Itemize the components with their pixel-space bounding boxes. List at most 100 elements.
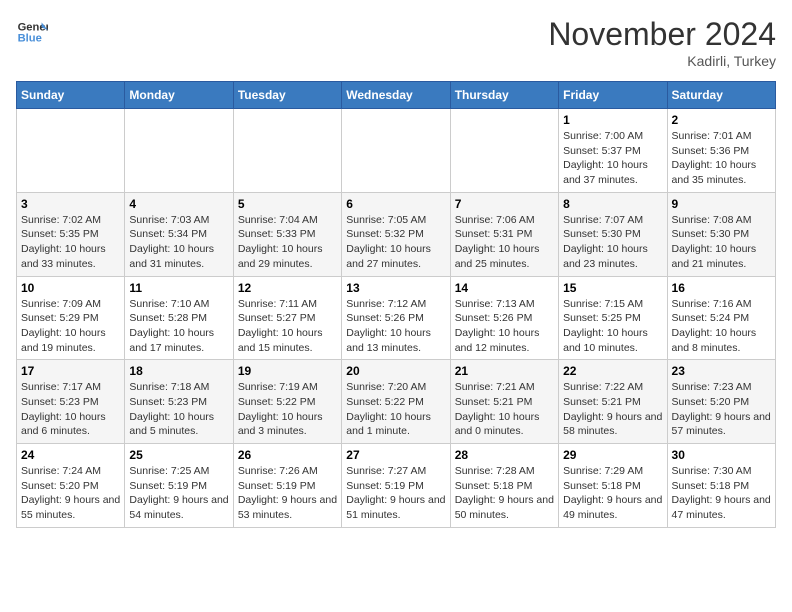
day-info: Sunrise: 7:09 AM Sunset: 5:29 PM Dayligh… xyxy=(21,297,120,356)
day-number: 6 xyxy=(346,197,445,211)
day-info: Sunrise: 7:00 AM Sunset: 5:37 PM Dayligh… xyxy=(563,129,662,188)
calendar-cell: 30 Sunrise: 7:30 AM Sunset: 5:18 PM Dayli… xyxy=(667,444,775,528)
day-number: 21 xyxy=(455,364,554,378)
day-number: 18 xyxy=(129,364,228,378)
day-info: Sunrise: 7:10 AM Sunset: 5:28 PM Dayligh… xyxy=(129,297,228,356)
calendar-cell: 26 Sunrise: 7:26 AM Sunset: 5:19 PM Dayli… xyxy=(233,444,341,528)
day-number: 17 xyxy=(21,364,120,378)
calendar-cell: 25 Sunrise: 7:25 AM Sunset: 5:19 PM Dayli… xyxy=(125,444,233,528)
day-info: Sunrise: 7:04 AM Sunset: 5:33 PM Dayligh… xyxy=(238,213,337,272)
day-number: 19 xyxy=(238,364,337,378)
calendar-cell: 21 Sunrise: 7:21 AM Sunset: 5:21 PM Dayli… xyxy=(450,360,558,444)
day-info: Sunrise: 7:01 AM Sunset: 5:36 PM Dayligh… xyxy=(672,129,771,188)
calendar-cell: 7 Sunrise: 7:06 AM Sunset: 5:31 PM Daylig… xyxy=(450,192,558,276)
day-info: Sunrise: 7:07 AM Sunset: 5:30 PM Dayligh… xyxy=(563,213,662,272)
day-info: Sunrise: 7:18 AM Sunset: 5:23 PM Dayligh… xyxy=(129,380,228,439)
weekday-header: Sunday xyxy=(17,82,125,109)
day-number: 3 xyxy=(21,197,120,211)
calendar-cell xyxy=(17,109,125,193)
day-info: Sunrise: 7:26 AM Sunset: 5:19 PM Dayligh… xyxy=(238,464,337,523)
weekday-header: Saturday xyxy=(667,82,775,109)
day-number: 5 xyxy=(238,197,337,211)
calendar-week-row: 24 Sunrise: 7:24 AM Sunset: 5:20 PM Dayli… xyxy=(17,444,776,528)
day-number: 28 xyxy=(455,448,554,462)
calendar-cell: 18 Sunrise: 7:18 AM Sunset: 5:23 PM Dayli… xyxy=(125,360,233,444)
calendar-cell: 27Sunrise: 7:27 AM Sunset: 5:19 PM Dayli… xyxy=(342,444,450,528)
calendar-week-row: 10Sunrise: 7:09 AM Sunset: 5:29 PM Dayli… xyxy=(17,276,776,360)
calendar-week-row: 17 Sunrise: 7:17 AM Sunset: 5:23 PM Dayli… xyxy=(17,360,776,444)
weekday-header: Monday xyxy=(125,82,233,109)
day-info: Sunrise: 7:17 AM Sunset: 5:23 PM Dayligh… xyxy=(21,380,120,439)
day-number: 16 xyxy=(672,281,771,295)
day-info: Sunrise: 7:19 AM Sunset: 5:22 PM Dayligh… xyxy=(238,380,337,439)
day-info: Sunrise: 7:23 AM Sunset: 5:20 PM Dayligh… xyxy=(672,380,771,439)
day-info: Sunrise: 7:15 AM Sunset: 5:25 PM Dayligh… xyxy=(563,297,662,356)
calendar-cell: 1 Sunrise: 7:00 AM Sunset: 5:37 PM Daylig… xyxy=(559,109,667,193)
calendar-cell: 15 Sunrise: 7:15 AM Sunset: 5:25 PM Dayli… xyxy=(559,276,667,360)
day-info: Sunrise: 7:27 AM Sunset: 5:19 PM Dayligh… xyxy=(346,464,445,523)
day-number: 30 xyxy=(672,448,771,462)
day-number: 24 xyxy=(21,448,120,462)
day-number: 20 xyxy=(346,364,445,378)
day-number: 1 xyxy=(563,113,662,127)
svg-text:Blue: Blue xyxy=(18,33,42,45)
day-info: Sunrise: 7:08 AM Sunset: 5:30 PM Dayligh… xyxy=(672,213,771,272)
day-info: Sunrise: 7:12 AM Sunset: 5:26 PM Dayligh… xyxy=(346,297,445,356)
calendar-cell: 8Sunrise: 7:07 AM Sunset: 5:30 PM Daylig… xyxy=(559,192,667,276)
day-number: 12 xyxy=(238,281,337,295)
calendar-cell: 10Sunrise: 7:09 AM Sunset: 5:29 PM Dayli… xyxy=(17,276,125,360)
month-title: November 2024 xyxy=(548,16,776,53)
day-info: Sunrise: 7:20 AM Sunset: 5:22 PM Dayligh… xyxy=(346,380,445,439)
calendar-cell: 13Sunrise: 7:12 AM Sunset: 5:26 PM Dayli… xyxy=(342,276,450,360)
calendar-cell: 3Sunrise: 7:02 AM Sunset: 5:35 PM Daylig… xyxy=(17,192,125,276)
calendar-cell: 16Sunrise: 7:16 AM Sunset: 5:24 PM Dayli… xyxy=(667,276,775,360)
weekday-header: Tuesday xyxy=(233,82,341,109)
day-number: 22 xyxy=(563,364,662,378)
calendar-cell: 4 Sunrise: 7:03 AM Sunset: 5:34 PM Daylig… xyxy=(125,192,233,276)
location: Kadirli, Turkey xyxy=(548,53,776,69)
calendar-cell: 12Sunrise: 7:11 AM Sunset: 5:27 PM Dayli… xyxy=(233,276,341,360)
calendar-cell: 29 Sunrise: 7:29 AM Sunset: 5:18 PM Dayli… xyxy=(559,444,667,528)
calendar-cell xyxy=(342,109,450,193)
calendar-cell: 14Sunrise: 7:13 AM Sunset: 5:26 PM Dayli… xyxy=(450,276,558,360)
day-info: Sunrise: 7:21 AM Sunset: 5:21 PM Dayligh… xyxy=(455,380,554,439)
calendar-cell: 24 Sunrise: 7:24 AM Sunset: 5:20 PM Dayli… xyxy=(17,444,125,528)
day-info: Sunrise: 7:24 AM Sunset: 5:20 PM Dayligh… xyxy=(21,464,120,523)
calendar-cell: 17 Sunrise: 7:17 AM Sunset: 5:23 PM Dayli… xyxy=(17,360,125,444)
day-number: 11 xyxy=(129,281,228,295)
day-number: 25 xyxy=(129,448,228,462)
day-info: Sunrise: 7:06 AM Sunset: 5:31 PM Dayligh… xyxy=(455,213,554,272)
calendar-cell xyxy=(233,109,341,193)
day-number: 23 xyxy=(672,364,771,378)
calendar-cell: 11 Sunrise: 7:10 AM Sunset: 5:28 PM Dayli… xyxy=(125,276,233,360)
day-number: 26 xyxy=(238,448,337,462)
day-number: 7 xyxy=(455,197,554,211)
day-number: 4 xyxy=(129,197,228,211)
calendar-week-row: 3Sunrise: 7:02 AM Sunset: 5:35 PM Daylig… xyxy=(17,192,776,276)
weekday-header: Friday xyxy=(559,82,667,109)
weekday-header-row: SundayMondayTuesdayWednesdayThursdayFrid… xyxy=(17,82,776,109)
page-header: General Blue November 2024 Kadirli, Turk… xyxy=(16,16,776,69)
day-info: Sunrise: 7:30 AM Sunset: 5:18 PM Dayligh… xyxy=(672,464,771,523)
logo-icon: General Blue xyxy=(16,16,48,48)
calendar-cell: 2 Sunrise: 7:01 AM Sunset: 5:36 PM Daylig… xyxy=(667,109,775,193)
weekday-header: Wednesday xyxy=(342,82,450,109)
day-info: Sunrise: 7:03 AM Sunset: 5:34 PM Dayligh… xyxy=(129,213,228,272)
calendar-cell: 22 Sunrise: 7:22 AM Sunset: 5:21 PM Dayli… xyxy=(559,360,667,444)
day-number: 2 xyxy=(672,113,771,127)
day-info: Sunrise: 7:29 AM Sunset: 5:18 PM Dayligh… xyxy=(563,464,662,523)
calendar-cell xyxy=(450,109,558,193)
calendar-cell: 28Sunrise: 7:28 AM Sunset: 5:18 PM Dayli… xyxy=(450,444,558,528)
day-number: 15 xyxy=(563,281,662,295)
calendar-cell: 5 Sunrise: 7:04 AM Sunset: 5:33 PM Daylig… xyxy=(233,192,341,276)
day-number: 9 xyxy=(672,197,771,211)
calendar-cell: 9 Sunrise: 7:08 AM Sunset: 5:30 PM Daylig… xyxy=(667,192,775,276)
title-block: November 2024 Kadirli, Turkey xyxy=(548,16,776,69)
day-number: 14 xyxy=(455,281,554,295)
day-number: 29 xyxy=(563,448,662,462)
calendar-cell: 19 Sunrise: 7:19 AM Sunset: 5:22 PM Dayli… xyxy=(233,360,341,444)
day-info: Sunrise: 7:25 AM Sunset: 5:19 PM Dayligh… xyxy=(129,464,228,523)
calendar-cell: 6Sunrise: 7:05 AM Sunset: 5:32 PM Daylig… xyxy=(342,192,450,276)
day-info: Sunrise: 7:22 AM Sunset: 5:21 PM Dayligh… xyxy=(563,380,662,439)
calendar-cell: 23 Sunrise: 7:23 AM Sunset: 5:20 PM Dayli… xyxy=(667,360,775,444)
